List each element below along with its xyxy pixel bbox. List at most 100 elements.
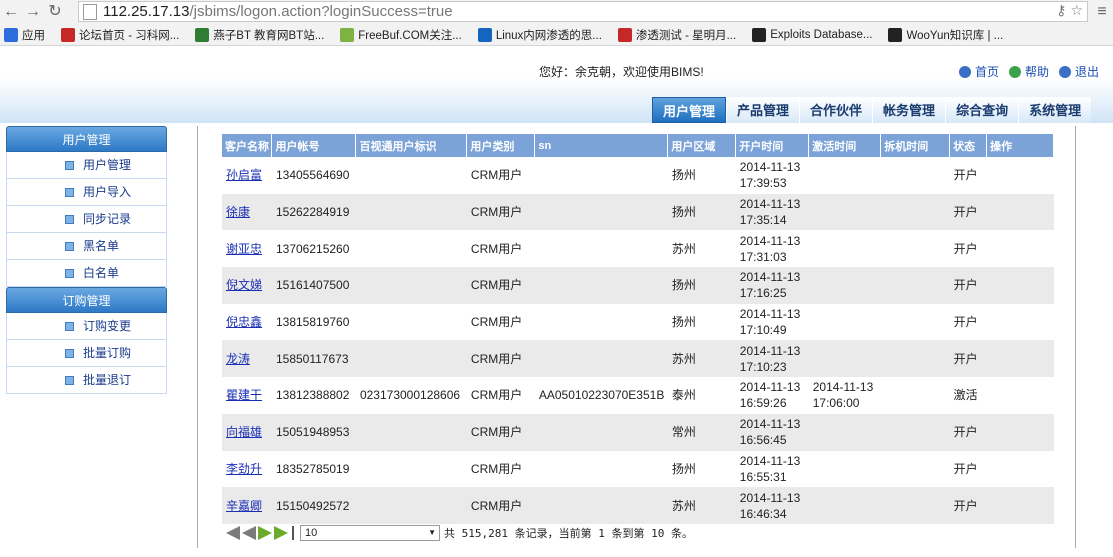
customer-name-link[interactable]: 李劲升 — [222, 451, 272, 488]
sidebar-item[interactable]: 用户导入 — [6, 179, 167, 206]
table-cell: 2014-11-13 16:55:31 — [739, 453, 801, 484]
table-cell — [986, 340, 1054, 378]
table-cell: 开户 — [949, 193, 987, 231]
sidebar-item[interactable]: 订购变更 — [6, 313, 167, 340]
sidebar-item[interactable]: 用户管理 — [6, 152, 167, 179]
customer-name-link[interactable]: 倪文娣 — [222, 267, 272, 304]
table-cell — [880, 193, 950, 231]
star-icon[interactable]: ☆ — [1070, 2, 1083, 18]
table-row: 孙启富 13405564690 CRM用户 扬州 2014-11-13 17:39:53 开… — [222, 157, 1054, 194]
table-cell — [808, 487, 881, 524]
table-cell: 扬州 — [671, 168, 696, 183]
sidebar-item[interactable]: 同步记录 — [6, 206, 167, 233]
bookmark-item[interactable]: 燕子BT 教育网BT站... — [195, 27, 324, 43]
prev-page-icon[interactable] — [242, 526, 256, 540]
sidebar-item-label: 订购变更 — [83, 319, 132, 333]
bookmark-label: Linux内网渗透的思... — [495, 29, 602, 42]
sidebar-item-label: 同步记录 — [83, 212, 132, 226]
key-icon[interactable]: ⚷ — [1056, 2, 1066, 18]
customer-name-link[interactable]: 倪忠鑫 — [222, 304, 272, 341]
table-cell: 苏州 — [671, 241, 696, 256]
back-icon[interactable]: ← — [0, 0, 22, 24]
table-cell — [881, 157, 950, 194]
table-cell: 15150492572 — [271, 487, 356, 524]
table-cell — [356, 304, 467, 341]
forward-icon[interactable]: → — [22, 0, 44, 24]
customer-name-link[interactable]: 龙涛 — [222, 340, 272, 378]
table-cell: 2014-11-13 16:56:45 — [735, 413, 809, 451]
top-link-2[interactable]: 退出 — [1058, 63, 1099, 80]
sidebar-item[interactable]: 白名单 — [6, 260, 167, 287]
table-cell: CRM用户 — [470, 241, 523, 256]
table-cell: 开户 — [953, 315, 978, 330]
bookmark-label: 论坛首页 - 习科网... — [79, 29, 180, 42]
table-cell — [987, 157, 1054, 194]
tab-1[interactable]: 产品管理 — [726, 97, 800, 123]
table-cell: 扬州 — [671, 315, 696, 330]
bookmark-item[interactable]: FreeBuf.COM关注... — [340, 27, 462, 43]
tab-0[interactable]: 用户管理 — [652, 97, 727, 123]
table-cell: 023173000128606 — [359, 388, 461, 403]
bookmark-item[interactable]: Exploits Database... — [752, 27, 872, 42]
sidebar-item[interactable]: 批量退订 — [6, 367, 167, 394]
last-page-icon[interactable] — [274, 526, 288, 540]
table-cell: 开户 — [949, 267, 987, 304]
table-row: 瞿建干 13812388802 023173000128606 CRM用户 AA0501… — [222, 377, 1054, 414]
sidebar-item[interactable]: 黑名单 — [6, 233, 167, 260]
table-cell: 泰州 — [671, 388, 696, 403]
table-cell: 开户 — [953, 168, 978, 183]
pager: 10 共 515,281 条记录，当前第 1 条到第 10 条。 — [226, 524, 693, 542]
top-link-1[interactable]: 帮助 — [1008, 63, 1049, 80]
exploitdb-icon — [752, 27, 767, 42]
tab-5[interactable]: 系统管理 — [1018, 97, 1092, 123]
address-bar[interactable]: 112.25.17.13/jsbims/logon.action?loginSu… — [78, 1, 1088, 22]
sir-forum-icon — [61, 27, 75, 42]
customer-name-link[interactable]: 向福雄 — [222, 413, 272, 451]
sidebar-item[interactable]: 批量订购 — [6, 340, 167, 367]
reload-icon[interactable]: ↻ — [44, 0, 66, 24]
table-cell — [986, 267, 1054, 304]
customer-name-link[interactable]: 孙启富 — [222, 157, 272, 194]
table-cell — [535, 451, 668, 488]
table-cell — [355, 413, 467, 451]
tab-3[interactable]: 帐务管理 — [872, 97, 946, 123]
table-cell: 2014-11-13 17:16:25 — [735, 267, 809, 304]
table-cell — [356, 451, 467, 488]
bookmark-item[interactable]: 论坛首页 - 习科网... — [61, 27, 179, 43]
table-cell — [808, 267, 881, 304]
table-cell — [809, 230, 881, 267]
table-cell — [986, 413, 1054, 451]
customer-name-link[interactable]: 谢亚忠 — [222, 230, 272, 267]
separator — [292, 526, 294, 540]
top-link-0[interactable]: 首页 — [958, 63, 999, 80]
column-header: 用户区域 — [667, 134, 737, 157]
table-cell — [809, 451, 881, 488]
table-cell — [355, 193, 467, 231]
table-cell: 2014-11-13 17:10:49 — [739, 307, 801, 338]
page-icon — [83, 3, 97, 20]
bookmark-item[interactable]: Linux内网渗透的思... — [477, 27, 602, 43]
sidebar-section-header[interactable]: 用户管理 — [6, 126, 167, 152]
next-page-icon[interactable] — [258, 526, 272, 540]
table-cell — [535, 157, 668, 194]
customer-name-link[interactable]: 瞿建干 — [222, 377, 272, 414]
tab-2[interactable]: 合作伙伴 — [799, 97, 873, 123]
table-cell: 常州 — [667, 413, 736, 451]
customer-name-link[interactable]: 徐康 — [222, 193, 272, 231]
bookmark-item[interactable]: WooYun知识库 | ... — [888, 27, 1003, 43]
sidebar-item-label: 白名单 — [83, 266, 120, 280]
bookmark-item[interactable]: 应用 — [4, 27, 45, 43]
first-page-icon[interactable] — [226, 526, 240, 540]
table-cell: 扬州 — [671, 461, 696, 476]
bookmark-item[interactable]: 渗透测试 - 星明月... — [617, 27, 736, 43]
table-cell: 2014-11-13 17:06:00 — [812, 380, 874, 411]
menu-icon[interactable]: ≡ — [1091, 0, 1113, 24]
customer-name-link[interactable]: 辛嘉卿 — [222, 487, 272, 524]
tab-4[interactable]: 综合查询 — [945, 97, 1019, 123]
table-cell — [356, 157, 467, 194]
scrollbar[interactable] — [1076, 126, 1113, 557]
page-size-select[interactable]: 10 — [300, 525, 440, 541]
sidebar-section-header[interactable]: 订购管理 — [6, 287, 167, 313]
table-cell: 15850117673 — [271, 340, 356, 378]
table-cell: 开户 — [953, 241, 978, 256]
